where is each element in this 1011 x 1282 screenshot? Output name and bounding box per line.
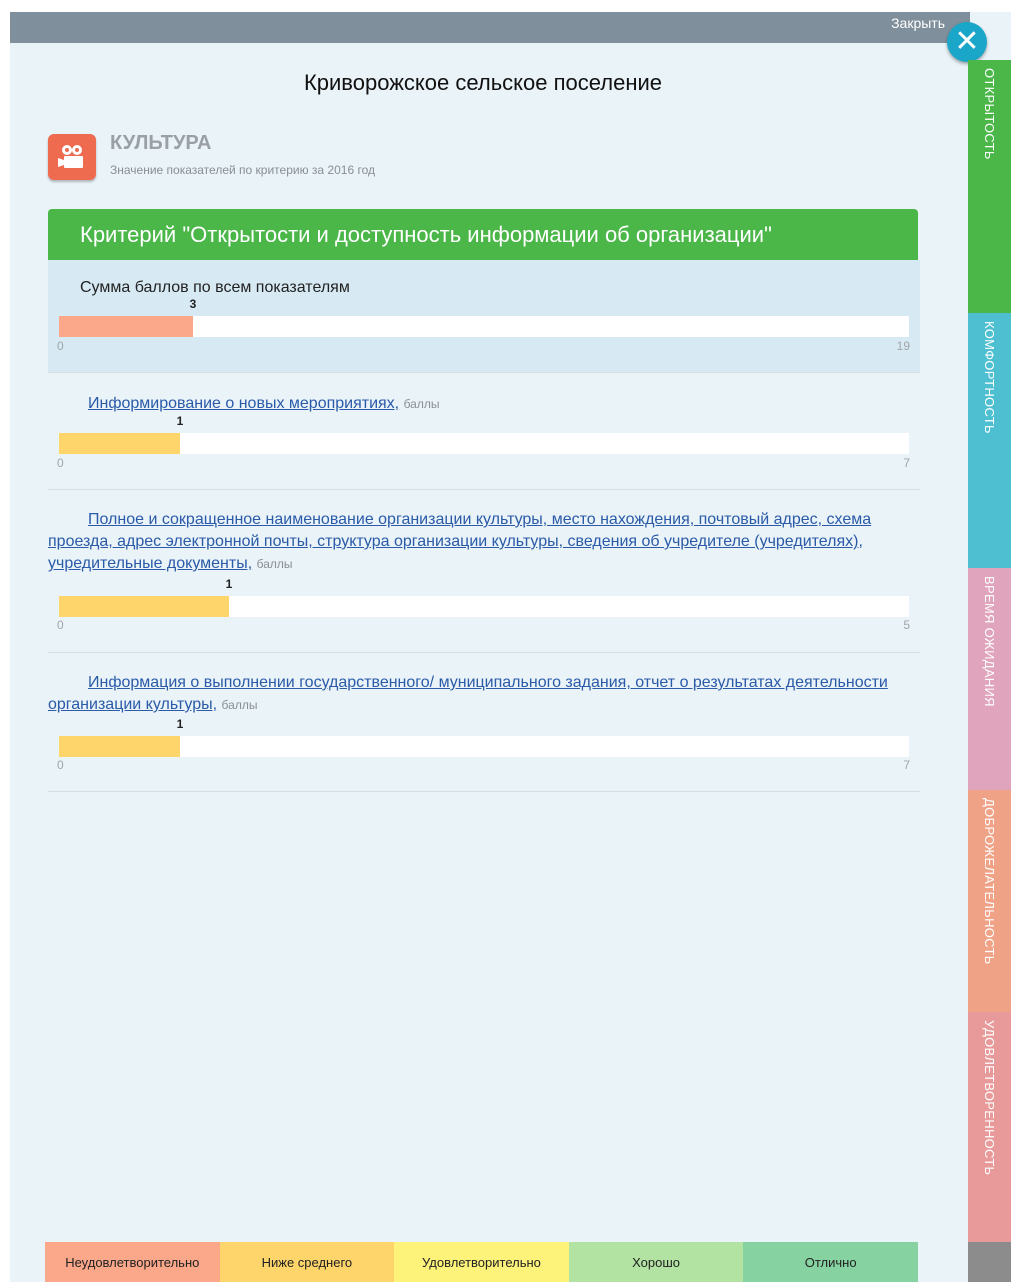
indicator-bar	[59, 736, 909, 757]
tab-waiting-time-label: ВРЕМЯ ОЖИДАНИЯ	[982, 576, 997, 707]
indicator-block: Информация о выполнении государственного…	[48, 653, 920, 792]
total-score-value: 3	[189, 297, 197, 311]
indicator-bar	[59, 433, 909, 454]
tab-openness-label: ОТКРЫТОСТЬ	[982, 68, 997, 160]
indicator-unit: баллы	[256, 557, 293, 571]
legend-item-excellent: Отлично	[743, 1242, 918, 1282]
tab-satisfaction[interactable]: УДОВЛЕТВОРЕННОСТЬ	[968, 1012, 1011, 1242]
indicator-unit: баллы	[221, 698, 258, 712]
indicator-bar-fill	[59, 736, 180, 757]
total-score-block: Сумма баллов по всем показателям 3 0 19	[48, 260, 920, 373]
indicator-unit: баллы	[403, 397, 440, 411]
indicator-min: 0	[57, 618, 64, 632]
legend-item-below-average: Ниже среднего	[219, 1242, 395, 1282]
total-score-label: Сумма баллов по всем показателям	[80, 279, 350, 296]
criterion-header: Критерий "Открытости и доступность инфор…	[48, 209, 918, 260]
indicator-value: 1	[176, 414, 184, 428]
indicator-min: 0	[57, 758, 64, 772]
tab-openness[interactable]: ОТКРЫТОСТЬ	[968, 60, 1011, 313]
tab-friendliness-label: ДОБРОЖЕЛАТЕЛЬНОСТЬ	[982, 798, 997, 965]
total-score-bar	[59, 316, 909, 337]
indicator-value: 1	[176, 717, 184, 731]
section-subtitle: Значение показателей по критерию за 2016…	[110, 163, 375, 177]
indicator-bar	[59, 596, 909, 617]
movie-camera-icon	[48, 134, 96, 180]
indicator-bar-fill	[59, 433, 180, 454]
rating-legend: Неудовлетворительно Ниже среднего Удовле…	[45, 1242, 918, 1282]
tab-comfort-label: КОМФОРТНОСТЬ	[982, 321, 997, 434]
page-title: Криворожское сельское поселение	[303, 70, 663, 95]
indicator-text: Информирование о новых мероприятиях, бал…	[48, 393, 898, 415]
tab-comfort[interactable]: КОМФОРТНОСТЬ	[968, 313, 1011, 568]
indicator-block: Информирование о новых мероприятиях, бал…	[48, 373, 920, 490]
indicator-block: Полное и сокращенное наименование органи…	[48, 490, 920, 653]
section-title: КУЛЬТУРА	[110, 132, 212, 154]
legend-item-unsatisfactory: Неудовлетворительно	[45, 1242, 220, 1282]
indicator-link[interactable]: Информирование о новых мероприятиях,	[88, 395, 399, 412]
tab-satisfaction-label: УДОВЛЕТВОРЕННОСТЬ	[982, 1020, 997, 1176]
tab-waiting-time[interactable]: ВРЕМЯ ОЖИДАНИЯ	[968, 568, 1011, 790]
indicator-text: Полное и сокращенное наименование органи…	[48, 509, 898, 575]
total-score-max: 19	[896, 339, 910, 353]
modal-top-bar	[10, 12, 970, 43]
indicator-max: 5	[903, 618, 910, 632]
indicator-text: Информация о выполнении государственного…	[48, 672, 898, 716]
tab-bottom-filler	[968, 1242, 1011, 1282]
indicator-max: 7	[903, 758, 910, 772]
indicator-min: 0	[57, 456, 64, 470]
close-label[interactable]: Закрыть	[891, 15, 945, 31]
indicator-max: 7	[903, 456, 910, 470]
indicator-value: 1	[225, 577, 233, 591]
tab-friendliness[interactable]: ДОБРОЖЕЛАТЕЛЬНОСТЬ	[968, 790, 1011, 1012]
indicator-link[interactable]: Информация о выполнении государственного…	[48, 674, 888, 713]
indicator-link[interactable]: Полное и сокращенное наименование органи…	[48, 511, 871, 572]
criteria-tabs: ОТКРЫТОСТЬ КОМФОРТНОСТЬ ВРЕМЯ ОЖИДАНИЯ Д…	[968, 40, 1011, 1282]
legend-item-satisfactory: Удовлетворительно	[394, 1242, 569, 1282]
legend-item-good: Хорошо	[568, 1242, 744, 1282]
total-score-min: 0	[57, 339, 64, 353]
indicator-bar-fill	[59, 596, 229, 617]
total-score-bar-fill	[59, 316, 193, 337]
